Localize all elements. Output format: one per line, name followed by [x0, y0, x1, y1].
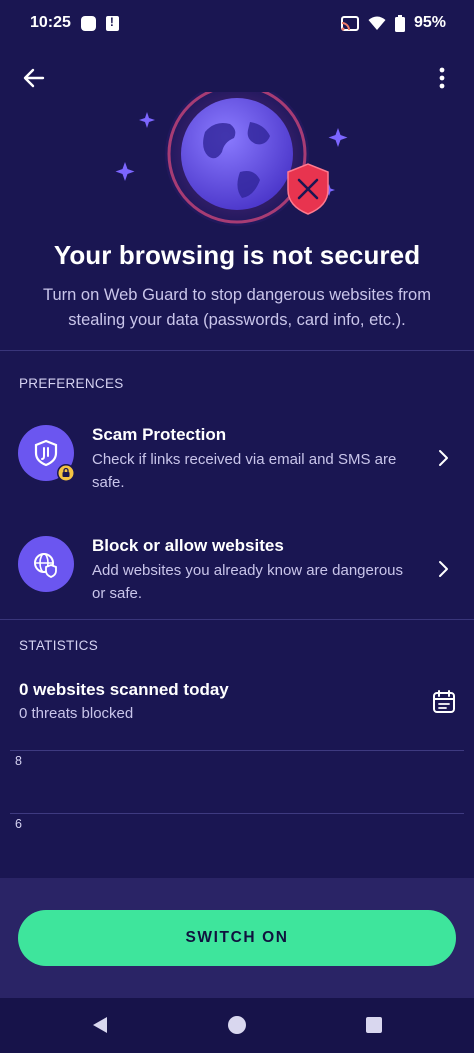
hero-illustration [0, 82, 474, 232]
page-title: Your browsing is not secured [53, 240, 421, 270]
lock-icon [57, 464, 75, 482]
cast-icon [340, 15, 359, 31]
threats-blocked-count: 0 threats blocked [19, 705, 134, 722]
more-options-button[interactable] [426, 62, 458, 94]
scam-protection-item[interactable]: Scam Protection Check if links received … [0, 408, 474, 508]
nav-back-icon[interactable] [90, 1015, 110, 1035]
calendar-icon [433, 690, 455, 713]
chevron-right-icon [439, 450, 448, 466]
block-allow-websites-description: Add websites you already know are danger… [92, 562, 404, 602]
chart-tick-label: 8 [15, 754, 22, 768]
chart-grid-line [10, 750, 464, 751]
globe-shield-icon [34, 553, 57, 578]
nav-home-icon[interactable] [227, 1015, 247, 1035]
status-left: 10:25 [30, 14, 119, 32]
divider [0, 350, 474, 351]
app-notification-icon [80, 15, 96, 31]
status-right: 95% [340, 14, 446, 32]
statistics-chart: 8 6 [10, 748, 464, 878]
scam-protection-title: Scam Protection [92, 425, 227, 444]
preferences-section-label: PREFERENCES [19, 376, 124, 391]
scam-protection-description: Check if links received via email and SM… [92, 451, 397, 491]
battery-icon [394, 14, 405, 32]
more-vertical-icon [439, 67, 445, 89]
scam-protection-icon-badge [18, 425, 75, 482]
status-bar: 10:25 95% [0, 0, 474, 46]
divider [0, 619, 474, 620]
wifi-icon [368, 16, 386, 30]
back-button[interactable] [18, 62, 50, 94]
chart-tick-label: 6 [15, 817, 22, 831]
globe-warning-illustration [115, 82, 348, 226]
switch-on-button[interactable]: SWITCH ON [18, 910, 456, 966]
chart-grid-line [10, 813, 464, 814]
battery-percentage: 95% [413, 14, 446, 31]
alert-notification-icon [105, 15, 119, 31]
websites-scanned-count: 0 websites scanned today [19, 680, 229, 699]
block-allow-websites-title: Block or allow websites [92, 536, 284, 555]
chevron-right-icon [439, 561, 448, 577]
nav-recents-icon[interactable] [364, 1015, 384, 1035]
page-subtitle: Turn on Web Guard to stop dangerous webs… [43, 286, 431, 329]
block-allow-icon-badge [18, 536, 74, 592]
back-arrow-icon [23, 68, 45, 88]
block-allow-websites-item[interactable]: Block or allow websites Add websites you… [0, 518, 474, 618]
calendar-button[interactable] [430, 688, 458, 716]
statistics-section-label: STATISTICS [19, 638, 99, 653]
bottom-action-panel: SWITCH ON [0, 878, 474, 998]
status-time: 10:25 [30, 14, 71, 31]
system-navigation-bar [0, 998, 474, 1053]
